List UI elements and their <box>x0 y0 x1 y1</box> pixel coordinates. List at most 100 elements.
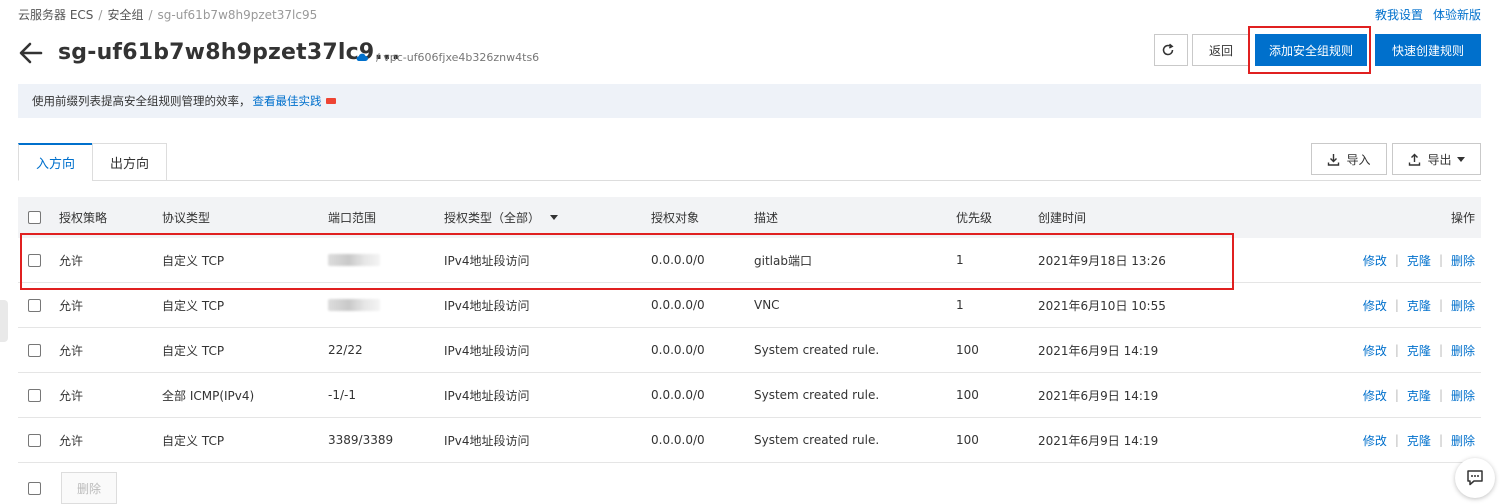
cell-target: 0.0.0.0/0 <box>651 343 705 357</box>
cell-priority: 1 <box>956 298 964 312</box>
table-row: 允许 自定义 TCP IPv4地址段访问 0.0.0.0/0 gitlab端口 1 2021… <box>18 238 1481 283</box>
breadcrumb-security-group[interactable]: 安全组 <box>107 8 143 22</box>
header-target: 授权对象 <box>651 211 700 225</box>
cell-target: 0.0.0.0/0 <box>651 253 705 267</box>
footer-select-all-checkbox[interactable] <box>28 482 41 495</box>
header-operations: 操作 <box>1450 211 1475 225</box>
cell-policy: 允许 <box>59 298 84 313</box>
cell-protocol: 自定义 TCP <box>162 343 225 358</box>
back-button[interactable]: 返回 <box>1192 34 1250 66</box>
cell-auth-type: IPv4地址段访问 <box>444 298 530 313</box>
download-icon <box>1328 153 1340 166</box>
row-checkbox[interactable] <box>28 433 41 447</box>
new-version-link[interactable]: 体验新版 <box>1433 8 1481 22</box>
tutorial-link[interactable]: 教我设置 <box>1375 8 1423 22</box>
cell-priority: 100 <box>956 343 979 357</box>
cell-priority: 1 <box>956 253 964 267</box>
cell-created-time: 2021年6月9日 14:19 <box>1038 433 1159 448</box>
quick-create-rule-button[interactable]: 快速创建规则 <box>1375 34 1481 66</box>
import-button[interactable]: 导入 <box>1311 143 1387 175</box>
header-auth-type-filter[interactable]: 授权类型（全部） <box>444 197 559 238</box>
cell-operations: 修改 | 克隆 | 删除 <box>1363 238 1475 282</box>
cell-description: System created rule. <box>754 343 880 357</box>
cell-policy: 允许 <box>59 433 84 448</box>
table-row: 允许 自定义 TCP 22/22 IPv4地址段访问 0.0.0.0/0 System c… <box>18 328 1481 373</box>
edit-link[interactable]: 修改 <box>1363 387 1387 404</box>
cell-description: System created rule. <box>754 433 880 447</box>
add-rule-button[interactable]: 添加安全组规则 <box>1255 34 1367 66</box>
cell-created-time: 2021年6月10日 10:55 <box>1038 298 1166 313</box>
row-checkbox[interactable] <box>28 298 41 312</box>
delete-link[interactable]: 删除 <box>1451 387 1475 404</box>
breadcrumb: 云服务器 ECS / 安全组 / sg-uf61b7w8h9pzet37lc95 <box>18 6 317 23</box>
cell-operations: 修改 | 克隆 | 删除 <box>1363 328 1475 372</box>
refresh-button[interactable] <box>1154 34 1188 66</box>
batch-delete-button[interactable]: 删除 <box>61 472 117 504</box>
cell-description: System created rule. <box>754 388 880 402</box>
breadcrumb-ecs[interactable]: 云服务器 ECS <box>18 8 93 22</box>
breadcrumb-current: sg-uf61b7w8h9pzet37lc95 <box>157 8 318 22</box>
delete-link[interactable]: 删除 <box>1451 297 1475 314</box>
header-policy: 授权策略 <box>59 211 108 225</box>
edit-link[interactable]: 修改 <box>1363 297 1387 314</box>
breadcrumb-separator: / <box>98 8 103 22</box>
export-button[interactable]: 导出 <box>1392 143 1481 175</box>
cloud-icon[interactable] <box>356 51 368 62</box>
clone-link[interactable]: 克隆 <box>1407 387 1431 404</box>
chat-button[interactable] <box>1455 458 1495 498</box>
cell-policy: 允许 <box>59 388 84 403</box>
tab-outbound[interactable]: 出方向 <box>92 143 167 181</box>
cell-target: 0.0.0.0/0 <box>651 298 705 312</box>
op-separator: | <box>1438 343 1443 357</box>
row-checkbox[interactable] <box>28 388 41 402</box>
row-checkbox[interactable] <box>28 253 41 267</box>
top-links: 教我设置 体验新版 <box>1365 6 1481 23</box>
edit-link[interactable]: 修改 <box>1363 432 1387 449</box>
op-separator: | <box>1438 298 1443 312</box>
import-label: 导入 <box>1346 152 1371 167</box>
back-arrow-icon[interactable] <box>18 40 44 66</box>
cell-description: VNC <box>754 298 780 312</box>
edit-link[interactable]: 修改 <box>1363 252 1387 269</box>
op-separator: | <box>1394 388 1399 402</box>
cell-port: 3389/3389 <box>328 433 394 447</box>
breadcrumb-separator: / <box>148 8 153 22</box>
cell-protocol: 自定义 TCP <box>162 433 225 448</box>
export-label: 导出 <box>1427 152 1452 167</box>
select-all-checkbox[interactable] <box>28 211 41 224</box>
clone-link[interactable]: 克隆 <box>1407 432 1431 449</box>
redacted-port <box>328 254 380 266</box>
tab-inbound[interactable]: 入方向 <box>18 143 93 181</box>
cell-policy: 允许 <box>59 253 84 268</box>
header-protocol: 协议类型 <box>162 211 211 225</box>
cell-auth-type: IPv4地址段访问 <box>444 433 530 448</box>
delete-link[interactable]: 删除 <box>1451 432 1475 449</box>
cell-created-time: 2021年6月9日 14:19 <box>1038 343 1159 358</box>
op-separator: | <box>1394 433 1399 447</box>
notice-text: 使用前缀列表提高安全组规则管理的效率， <box>32 94 251 108</box>
cell-protocol: 自定义 TCP <box>162 253 225 268</box>
side-collapse-handle[interactable] <box>0 300 8 342</box>
delete-link[interactable]: 删除 <box>1451 252 1475 269</box>
refresh-icon <box>1162 43 1174 56</box>
chat-icon <box>1467 470 1483 486</box>
table-header: 授权策略 协议类型 端口范围 授权类型（全部） 授权对象 描述 优先级 创建时间… <box>18 197 1481 238</box>
edit-link[interactable]: 修改 <box>1363 342 1387 359</box>
new-badge-icon <box>325 98 336 104</box>
caret-down-icon <box>1456 156 1465 162</box>
delete-link[interactable]: 删除 <box>1451 342 1475 359</box>
clone-link[interactable]: 克隆 <box>1407 297 1431 314</box>
table-row: 允许 自定义 TCP IPv4地址段访问 0.0.0.0/0 VNC 1 2021年6月10… <box>18 283 1481 328</box>
cell-auth-type: IPv4地址段访问 <box>444 343 530 358</box>
cell-operations: 修改 | 克隆 | 删除 <box>1363 418 1475 462</box>
best-practice-link[interactable]: 查看最佳实践 <box>253 93 322 109</box>
table-row: 允许 自定义 TCP 3389/3389 IPv4地址段访问 0.0.0.0/0 Syst… <box>18 418 1481 463</box>
notice-banner: 使用前缀列表提高安全组规则管理的效率， 查看最佳实践 <box>18 84 1481 118</box>
row-checkbox[interactable] <box>28 343 41 357</box>
op-separator: | <box>1438 253 1443 267</box>
op-separator: | <box>1394 298 1399 312</box>
filter-caret-icon <box>550 215 559 220</box>
table-row: 允许 全部 ICMP(IPv4) -1/-1 IPv4地址段访问 0.0.0.0/0 Sy… <box>18 373 1481 418</box>
clone-link[interactable]: 克隆 <box>1407 342 1431 359</box>
clone-link[interactable]: 克隆 <box>1407 252 1431 269</box>
